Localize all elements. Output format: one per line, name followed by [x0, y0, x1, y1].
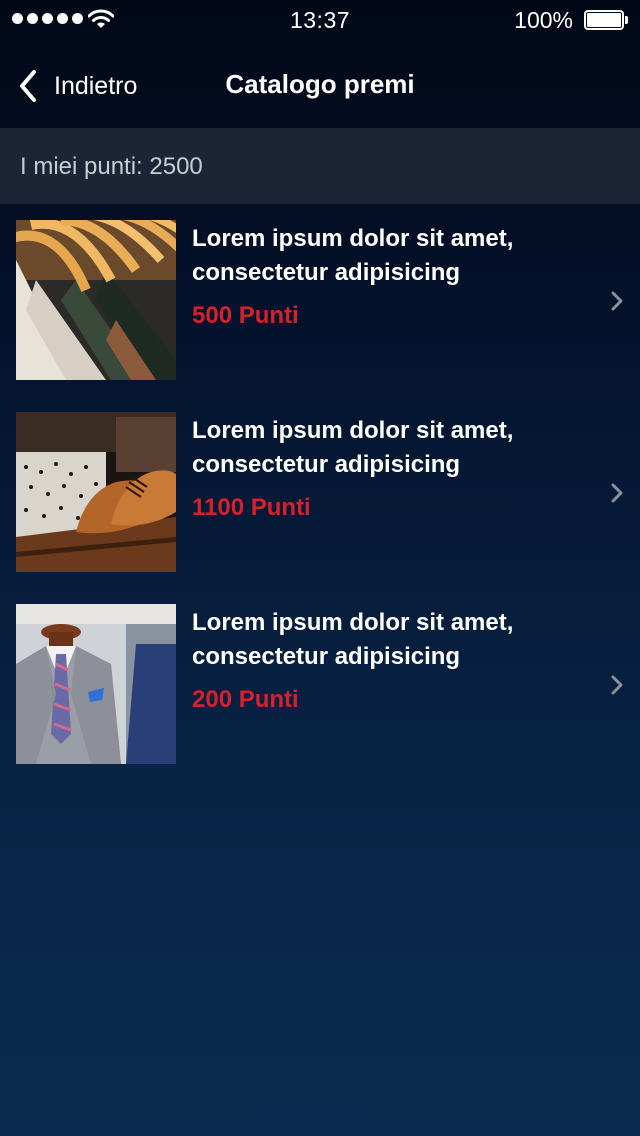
reward-list: Lorem ipsum dolor sit amet, consectetur …: [0, 204, 640, 780]
shirts-on-hangers-photo: [16, 220, 176, 380]
chevron-right-icon: [611, 483, 623, 503]
list-item[interactable]: Lorem ipsum dolor sit amet, consectetur …: [0, 396, 640, 588]
nav-bar: Indietro Catalogo premi: [0, 40, 640, 128]
suit-on-mannequin-photo: [16, 604, 176, 764]
reward-title: Lorem ipsum dolor sit amet, consectetur …: [192, 225, 514, 286]
reward-title: Lorem ipsum dolor sit amet, consectetur …: [192, 609, 514, 670]
points-header: I miei punti: 2500: [0, 128, 640, 204]
leather-shoes-photo: [16, 412, 176, 572]
battery-percent: 100%: [514, 7, 573, 33]
reward-title: Lorem ipsum dolor sit amet, consectetur …: [192, 417, 514, 478]
chevron-right-icon: [611, 675, 623, 695]
list-item[interactable]: Lorem ipsum dolor sit amet, consectetur …: [0, 588, 640, 780]
page-title: Catalogo premi: [225, 69, 415, 99]
chevron-right-icon: [611, 291, 623, 311]
status-bar: 13:37 100%: [0, 0, 640, 40]
reward-points: 500 Punti: [192, 302, 299, 329]
my-points-label: I miei punti: 2500: [20, 153, 203, 180]
reward-points: 200 Punti: [192, 686, 299, 713]
battery-icon: [584, 10, 628, 30]
list-item[interactable]: Lorem ipsum dolor sit amet, consectetur …: [0, 204, 640, 396]
reward-points: 1100 Punti: [192, 494, 311, 521]
